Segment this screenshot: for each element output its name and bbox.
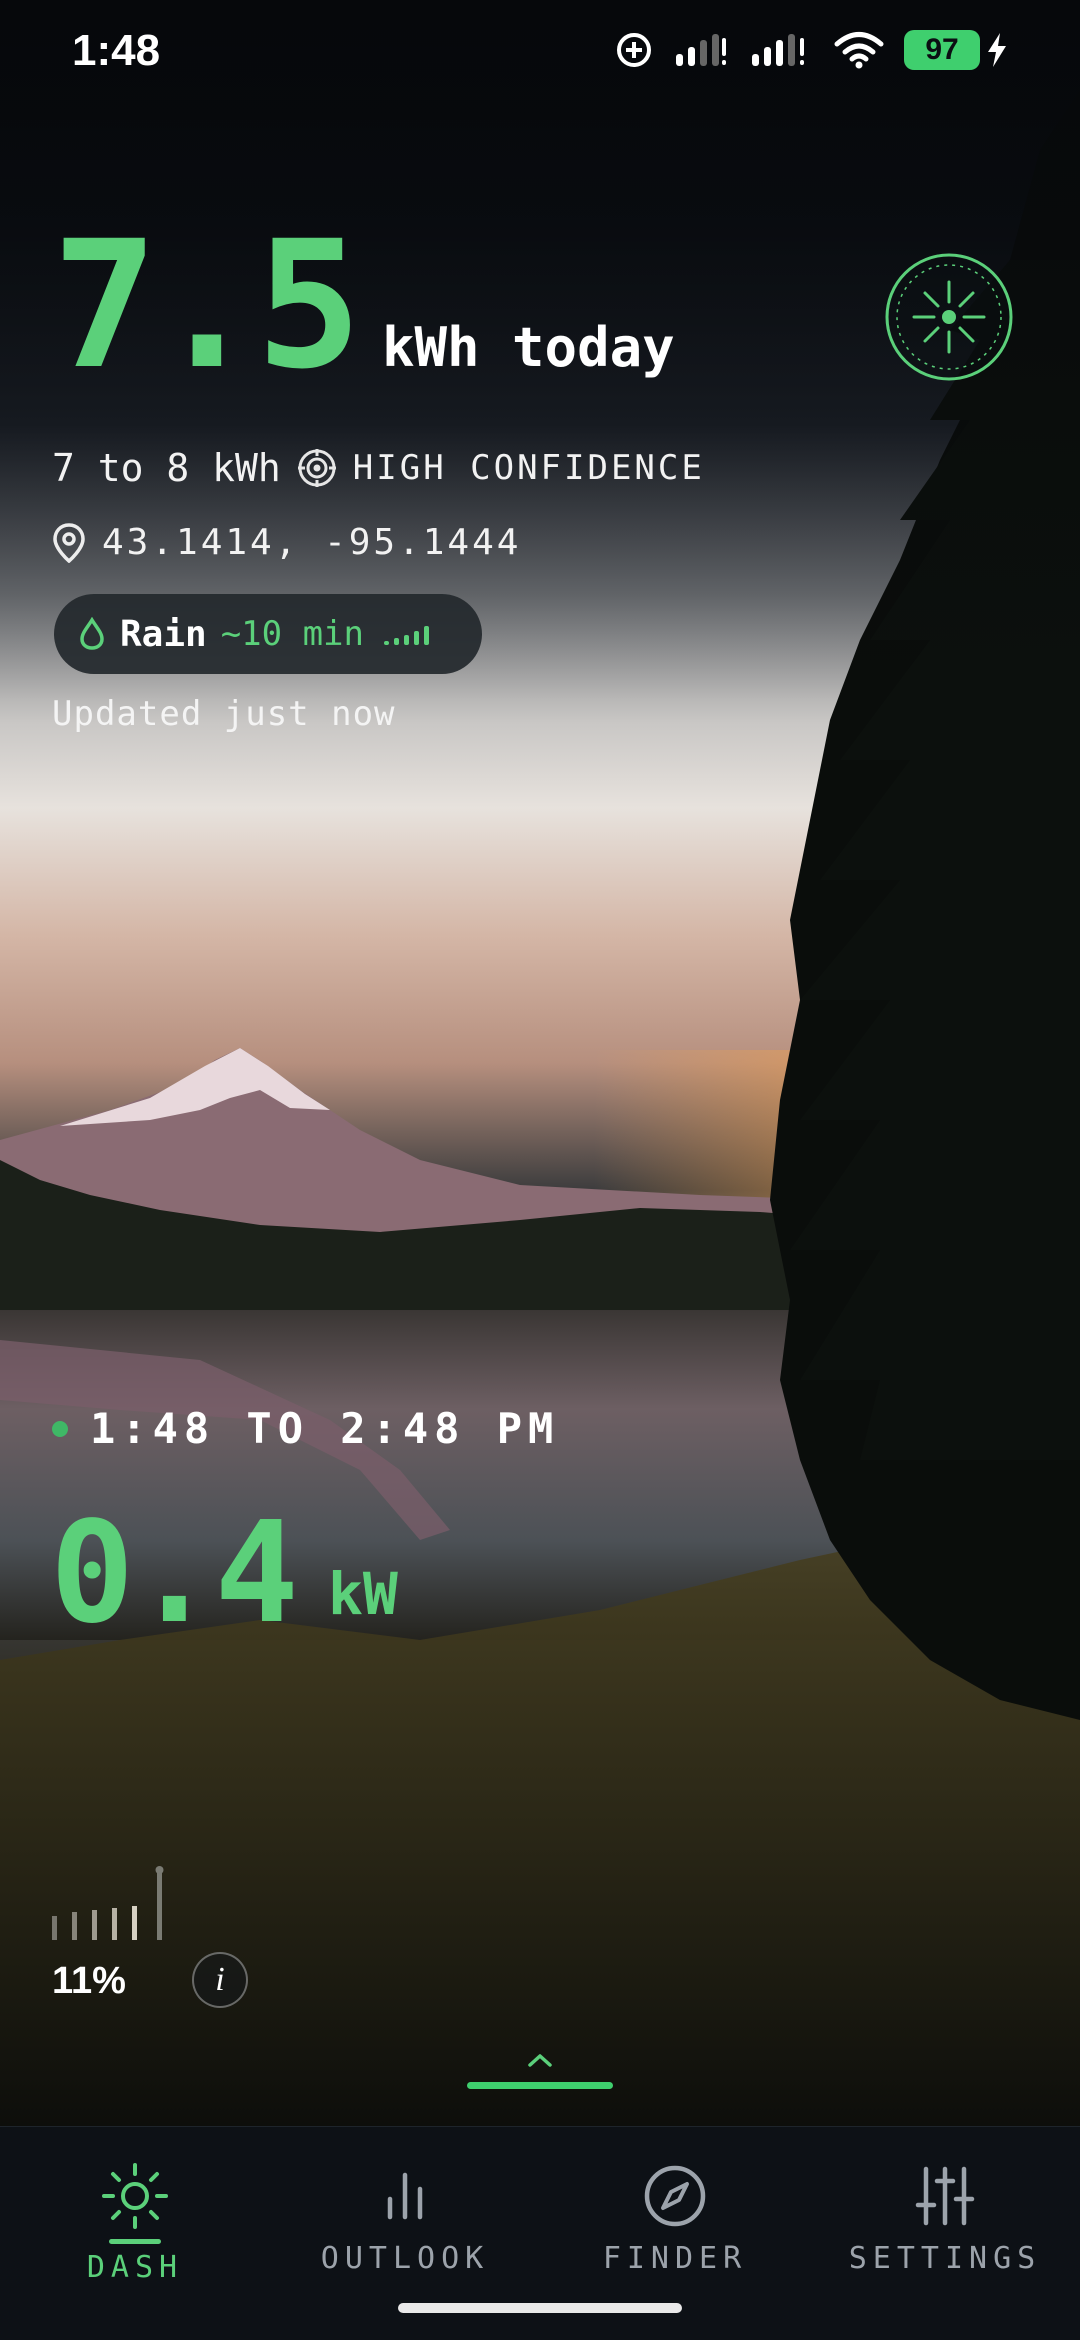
sun-dial-icon[interactable]: [884, 252, 1014, 382]
chevron-up-icon[interactable]: [524, 2050, 556, 2070]
updated-text: Updated just now: [52, 694, 396, 734]
tab-label: DASH: [86, 2250, 184, 2285]
current-power-value: 0.4: [50, 1492, 299, 1655]
raindrop-icon: [80, 617, 104, 650]
rain-intensity-bar: [394, 638, 399, 645]
confidence-label: HIGH CONFIDENCE: [352, 448, 705, 488]
tab-dash[interactable]: DASH: [0, 2153, 270, 2303]
forecast-range-row: 7 to 8 kWh HIGH CONFIDENCE: [52, 446, 705, 490]
live-indicator-dot: [52, 1420, 68, 1437]
tab-label: FINDER: [602, 2241, 748, 2276]
intensity-bars: [52, 1866, 164, 1940]
intensity-percent: 11%: [52, 1960, 126, 2002]
tab-label: SETTINGS: [848, 2241, 1042, 2276]
info-icon: i: [215, 1961, 225, 1998]
sliders-icon: [915, 2166, 975, 2226]
wifi-icon: [834, 32, 884, 69]
status-bar: 1:48 97: [0, 0, 1080, 110]
energy-today-value: 7.5: [52, 203, 362, 408]
current-power-unit: kW: [328, 1560, 398, 1628]
rain-intensity-bar: [424, 626, 429, 645]
rain-eta: ~10 min: [220, 614, 364, 654]
sun-icon: [102, 2163, 168, 2229]
status-icons: 97: [614, 30, 1008, 70]
tab-finder[interactable]: FINDER: [540, 2153, 810, 2303]
location-pin-icon: [53, 522, 85, 563]
battery-icon: 97: [904, 30, 980, 70]
tab-label: OUTLOOK: [320, 2241, 490, 2276]
compass-icon: [644, 2165, 706, 2227]
rain-label: Rain: [120, 613, 207, 655]
rain-intensity-bar: [384, 641, 389, 645]
time-window-label: 1:48 TO 2:48 PM: [90, 1404, 560, 1453]
rain-intensity-bar: [414, 631, 419, 645]
orientation-lock-icon: [617, 33, 651, 67]
time-window-row: 1:48 TO 2:48 PM: [52, 1404, 559, 1453]
rain-alert-pill[interactable]: Rain ~10 min: [54, 594, 482, 674]
target-icon: [297, 449, 336, 487]
drawer-handle[interactable]: [467, 2082, 613, 2089]
home-indicator[interactable]: [398, 2303, 682, 2313]
signal-icon: [752, 34, 804, 66]
battery-level: 97: [925, 33, 959, 66]
coordinates-text: 43.1414, -95.1444: [102, 522, 522, 563]
tab-settings[interactable]: SETTINGS: [810, 2153, 1080, 2303]
info-button[interactable]: i: [192, 1952, 248, 2008]
bar-chart-icon: [387, 2172, 423, 2220]
energy-today-unit: kWh today: [382, 316, 675, 379]
signal-icon: [676, 34, 726, 66]
status-time: 1:48: [72, 26, 161, 75]
rain-intensity-bar: [404, 635, 409, 645]
charging-icon: [988, 33, 1006, 67]
forecast-range: 7 to 8 kWh: [52, 446, 281, 490]
location-row[interactable]: 43.1414, -95.1444: [52, 522, 521, 563]
rain-intensity-bars: [384, 623, 429, 645]
tab-outlook[interactable]: OUTLOOK: [270, 2153, 540, 2303]
active-tab-indicator: [109, 2239, 161, 2244]
